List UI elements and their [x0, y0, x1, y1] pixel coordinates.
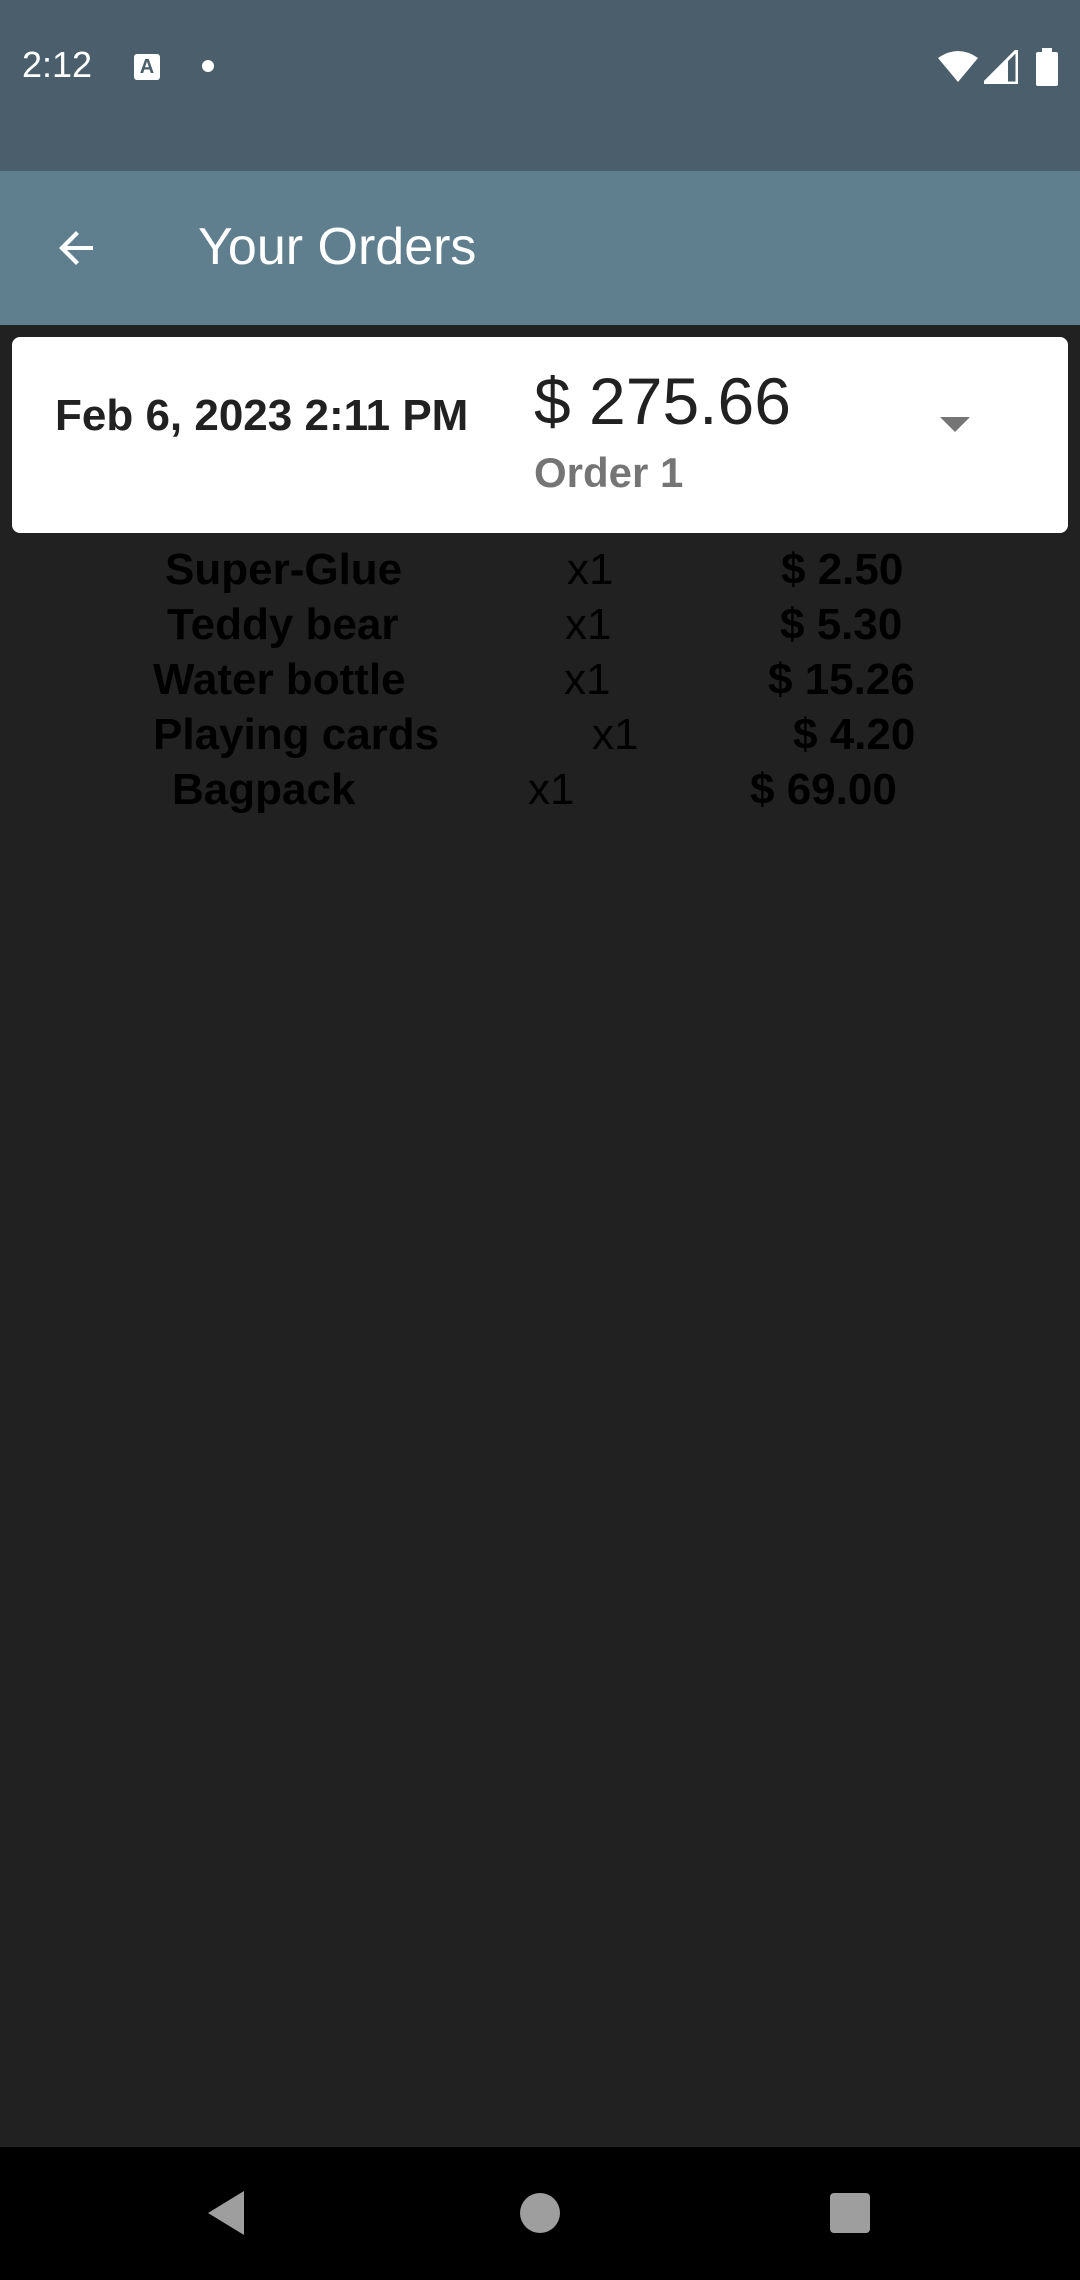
item-quantity: x1 — [567, 545, 614, 594]
item-price: $ 5.30 — [780, 600, 903, 649]
nav-home-icon[interactable] — [520, 2193, 560, 2233]
item-price: $ 69.00 — [750, 765, 897, 814]
item-quantity: x1 — [592, 710, 639, 759]
orders-content: Feb 6, 2023 2:11 PM $ 275.66 Order 1 Sup… — [0, 325, 1080, 2147]
item-price: $ 15.26 — [768, 655, 915, 704]
order-card[interactable]: Feb 6, 2023 2:11 PM $ 275.66 Order 1 — [12, 337, 1068, 533]
order-total: $ 275.66 — [534, 364, 791, 438]
dropdown-arrow-icon[interactable] — [940, 417, 970, 432]
item-price: $ 2.50 — [781, 545, 904, 594]
status-time: 2:12 — [22, 44, 93, 85]
item-quantity: x1 — [564, 655, 611, 704]
order-item-row: Teddy bear x1 $ 5.30 — [0, 600, 1080, 655]
order-item-row: Water bottle x1 $ 15.26 — [0, 655, 1080, 710]
back-button[interactable] — [36, 207, 118, 289]
item-name: Playing cards — [153, 710, 440, 759]
notification-dot-icon — [202, 60, 214, 72]
order-item-row: Playing cards x1 $ 4.20 — [0, 710, 1080, 765]
signal-icon — [984, 50, 1018, 84]
order-name: Order 1 — [534, 449, 684, 496]
item-quantity: x1 — [565, 600, 612, 649]
status-bar: 2:12 A — [0, 0, 1080, 171]
item-quantity: x1 — [528, 765, 575, 814]
a-icon: A — [134, 54, 160, 80]
item-name: Bagpack — [172, 765, 356, 814]
app-bar: Your Orders — [0, 171, 1080, 325]
order-item-row: Bagpack x1 $ 69.00 — [0, 765, 1080, 820]
order-date: Feb 6, 2023 2:11 PM — [55, 391, 469, 440]
item-name: Super-Glue — [165, 545, 403, 594]
system-nav-bar — [0, 2147, 1080, 2280]
nav-back-icon[interactable] — [204, 2189, 248, 2237]
item-price: $ 4.20 — [793, 710, 916, 759]
arrow-left-icon — [59, 231, 93, 265]
item-name: Water bottle — [153, 655, 406, 704]
page-title: Your Orders — [198, 218, 477, 276]
nav-recents-icon[interactable] — [830, 2193, 870, 2233]
battery-icon — [1036, 48, 1058, 86]
order-item-row: Super-Glue x1 $ 2.50 — [0, 545, 1080, 600]
item-name: Teddy bear — [167, 600, 399, 649]
wifi-icon — [938, 51, 978, 82]
